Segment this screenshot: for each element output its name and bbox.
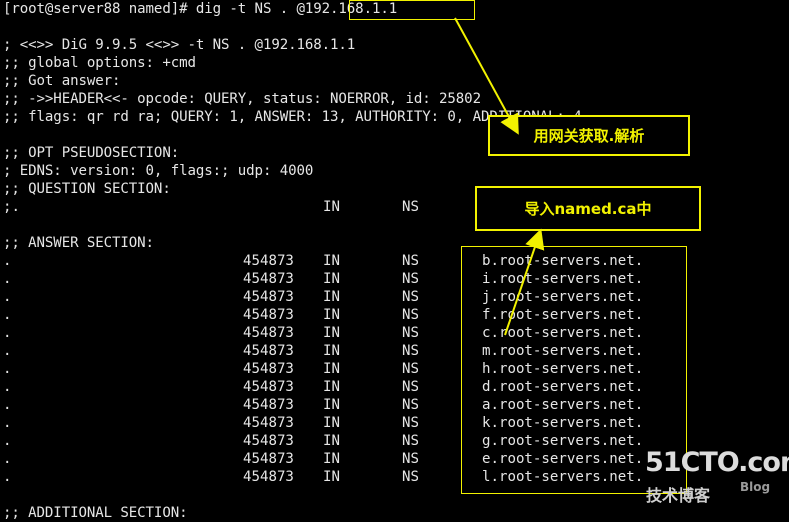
arrow-to-gateway-note [454,17,519,135]
arrow-to-import-note [504,228,545,336]
watermark-subtitle: 技术博客 [646,486,711,505]
watermark-blog: Blog [740,480,771,494]
watermark-logo: 51CTO.com [645,447,789,478]
annotation-arrows [454,17,545,336]
